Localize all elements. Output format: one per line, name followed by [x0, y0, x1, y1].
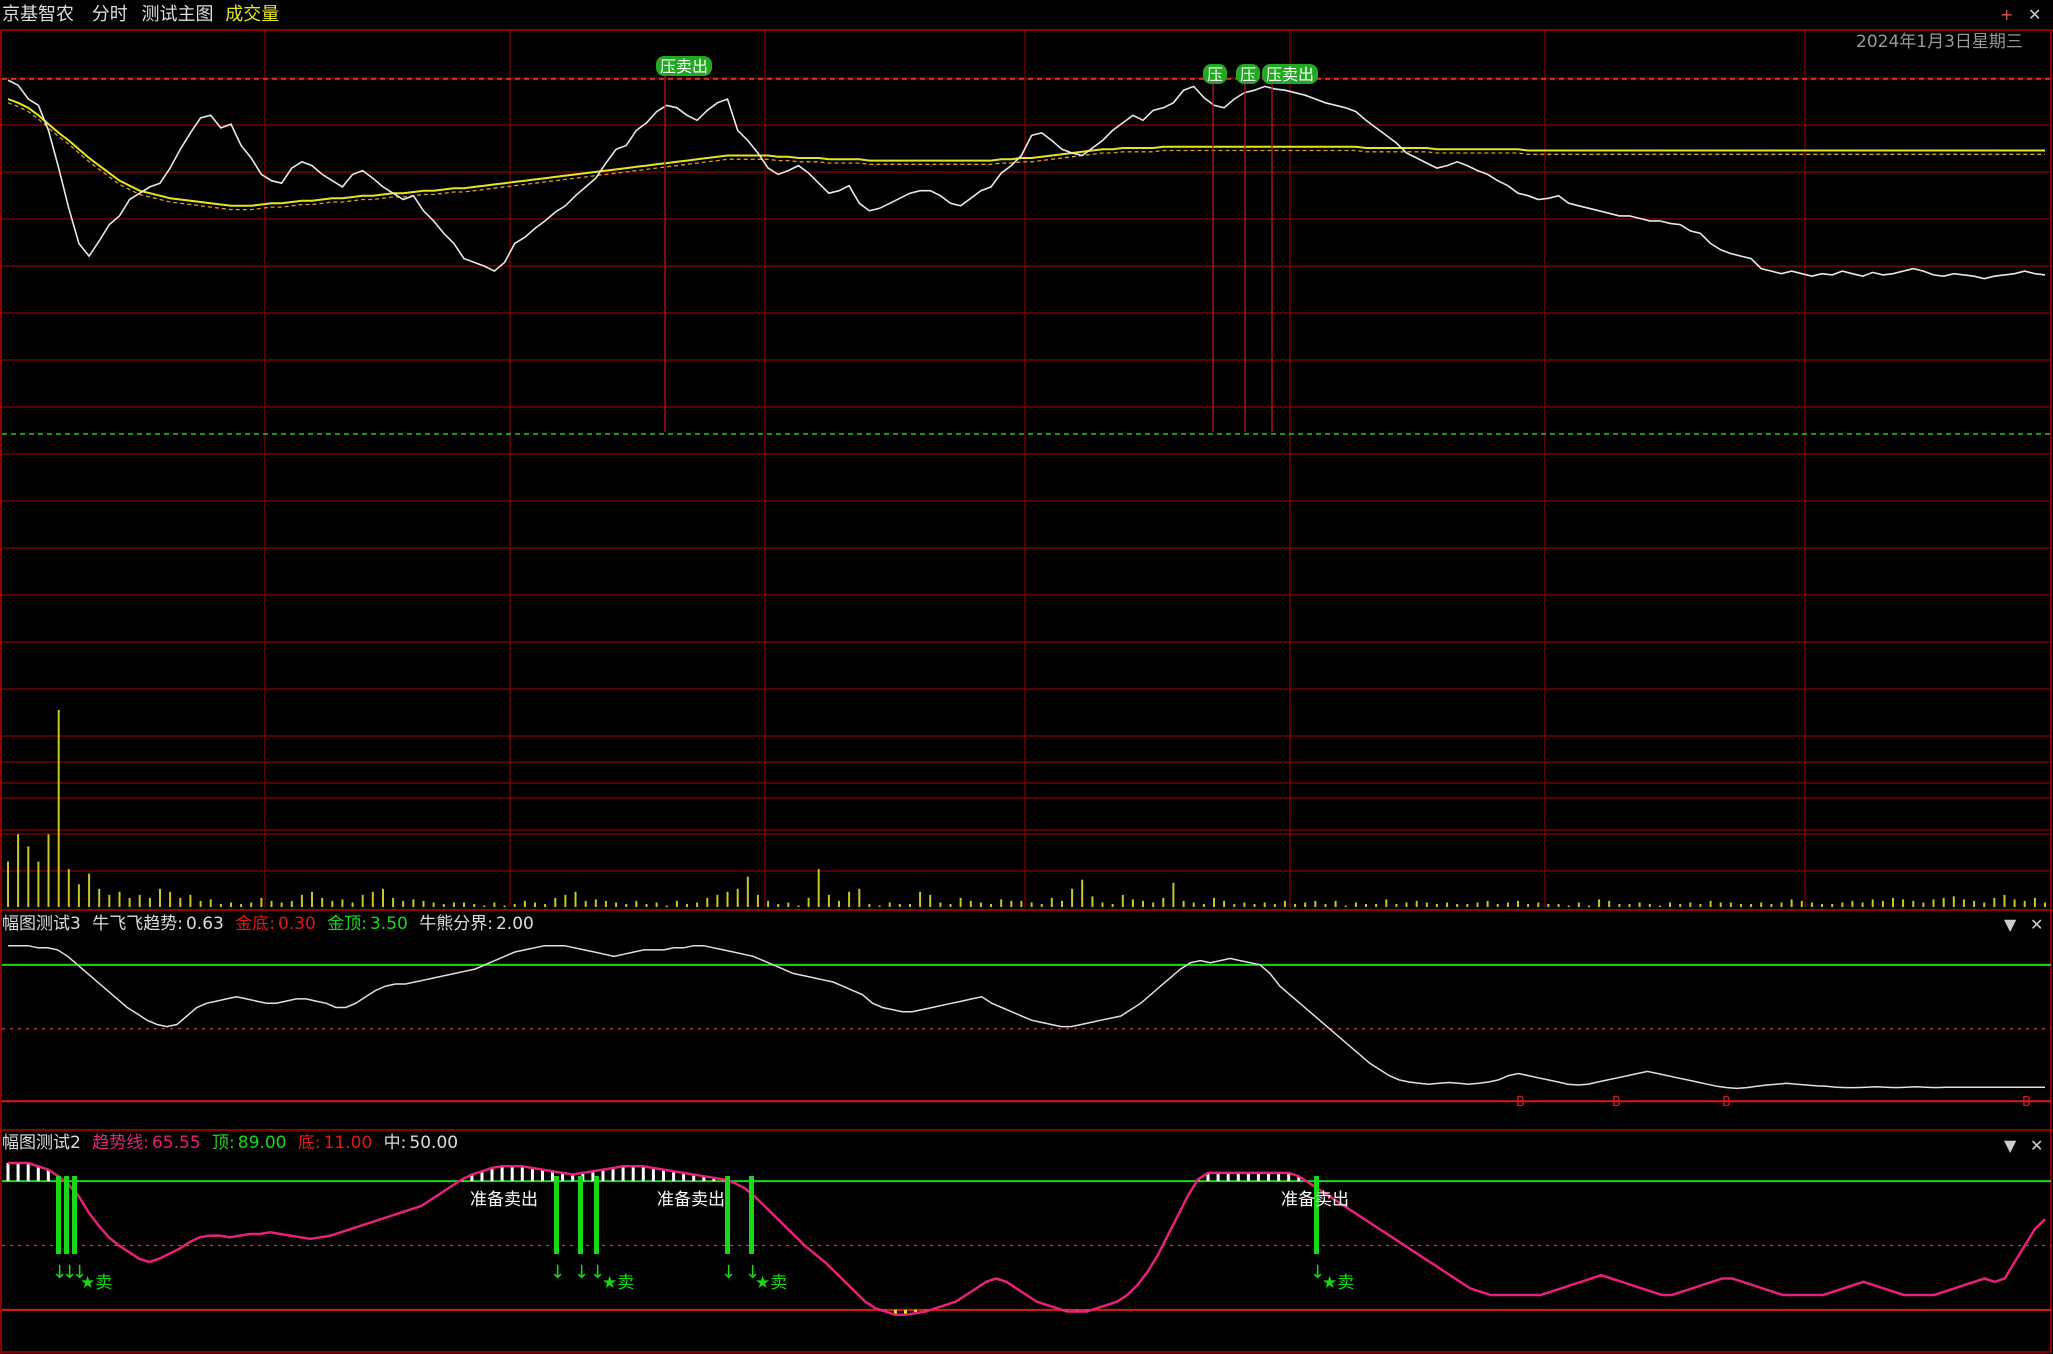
- pressure-label-2: 压: [1236, 64, 1260, 84]
- sell-bar: [594, 1176, 599, 1254]
- bottom-value: 11.00: [323, 1133, 373, 1153]
- mid-value: 50.00: [409, 1133, 459, 1153]
- panel2-name[interactable]: 幅图测试2: [2, 1133, 81, 1153]
- indicator-panel-3[interactable]: [2, 944, 2051, 1103]
- volume-bars: [7, 710, 2046, 907]
- b-marker: B: [1516, 1095, 1525, 1110]
- divide-label: 牛熊分界:: [419, 914, 493, 934]
- b-marker: B: [2022, 1095, 2031, 1110]
- pressure-label-1: 压: [1203, 64, 1227, 84]
- avg-price-line-2: [7, 102, 2045, 211]
- mid-label: 中:: [383, 1133, 407, 1153]
- panel2-header: 幅图测试2 趋势线: 65.55 顶: 89.00 底: 11.00 中: 50.00: [2, 1132, 458, 1154]
- panel2-close-icon[interactable]: ✕: [2030, 1137, 2043, 1155]
- panel3-header: 幅图测试3 牛飞飞趋势: 0.63 金底: 0.30 金顶: 3.50 牛熊分界: 2.…: [2, 913, 534, 935]
- sell-bar: [1314, 1176, 1319, 1254]
- b-marker: B: [1612, 1095, 1621, 1110]
- b-marker: B: [1722, 1095, 1731, 1110]
- sell-bar: [56, 1176, 61, 1254]
- mode-tab[interactable]: 分时: [92, 4, 128, 25]
- star-sell-label: ★卖: [755, 1273, 787, 1293]
- ready-sell-label: 准备卖出: [470, 1190, 538, 1210]
- trend-value: 0.63: [185, 914, 224, 934]
- pressure-sell-label-2: 压卖出: [1262, 64, 1318, 84]
- panel3-close-icon[interactable]: ✕: [2030, 916, 2043, 934]
- indicator-panel-2[interactable]: [2, 1161, 2051, 1317]
- sell-bar: [554, 1176, 559, 1254]
- down-arrow-icon: ↓: [550, 1262, 565, 1283]
- pressure-label-2-text: 压: [1240, 65, 1256, 84]
- top-label: 顶:: [212, 1133, 235, 1153]
- price-chart[interactable]: [7, 79, 2046, 280]
- sell-bar: [749, 1176, 754, 1254]
- panel2-menu-icon[interactable]: ▼: [2004, 1137, 2016, 1155]
- star-sell-label: ★卖: [602, 1273, 634, 1293]
- down-arrow-icon: ↓: [721, 1262, 736, 1283]
- top-value: 89.00: [237, 1133, 287, 1153]
- sell-bar: [578, 1176, 583, 1254]
- star-sell-label: ★卖: [1322, 1273, 1354, 1293]
- indicator-name[interactable]: 测试主图: [141, 4, 213, 25]
- zoom-icon[interactable]: +: [2000, 6, 2013, 24]
- trend-line: [8, 944, 2045, 1090]
- window-close-icon[interactable]: ✕: [2028, 6, 2041, 24]
- date-label: 2024年1月3日星期三: [1856, 32, 2023, 52]
- signal-markers: 压卖出压压压卖出B B B B准备卖出 准备卖出 准备卖出↓↓↓ ↓ ↓ ↓ ↓ ↓ ↓★卖 ★卖 ★卖 ★…: [52, 56, 2031, 1293]
- down-arrow-icon: ↓: [574, 1262, 589, 1283]
- sell-bar: [725, 1176, 730, 1254]
- trendline-value: 65.55: [151, 1133, 201, 1153]
- sell-bar: [72, 1176, 77, 1254]
- gold-bottom-label: 金底:: [235, 914, 275, 934]
- header-bar: 京基智农 分时 测试主图 成交量: [2, 4, 279, 26]
- pressure-sell-label-1-text: 压卖出: [660, 57, 708, 76]
- stock-name[interactable]: 京基智农: [2, 4, 74, 25]
- gold-top-label: 金顶:: [327, 914, 367, 934]
- trendline-curve: [8, 1161, 2046, 1317]
- gold-bottom-value: 0.30: [277, 914, 316, 934]
- ready-sell-label: 准备卖出: [1281, 1190, 1349, 1210]
- gold-top-value: 3.50: [369, 914, 408, 934]
- pressure-sell-label-2-text: 压卖出: [1266, 65, 1314, 84]
- panel3-name[interactable]: 幅图测试3: [2, 914, 81, 934]
- ready-sell-label: 准备卖出: [657, 1190, 725, 1210]
- trendline-label: 趋势线:: [92, 1133, 149, 1153]
- volume-label[interactable]: 成交量: [225, 4, 279, 25]
- sell-bar: [64, 1176, 69, 1254]
- divide-value: 2.00: [495, 914, 534, 934]
- panel3-menu-icon[interactable]: ▼: [2004, 916, 2016, 934]
- price-line: [7, 79, 2046, 280]
- trend-label: 牛飞飞趋势:: [92, 914, 183, 934]
- pressure-sell-label-1: 压卖出: [656, 56, 712, 76]
- star-sell-label: ★卖: [80, 1273, 112, 1293]
- bottom-label: 底:: [297, 1133, 321, 1153]
- avg-price-line: [7, 98, 2045, 207]
- pressure-label-1-text: 压: [1207, 65, 1223, 84]
